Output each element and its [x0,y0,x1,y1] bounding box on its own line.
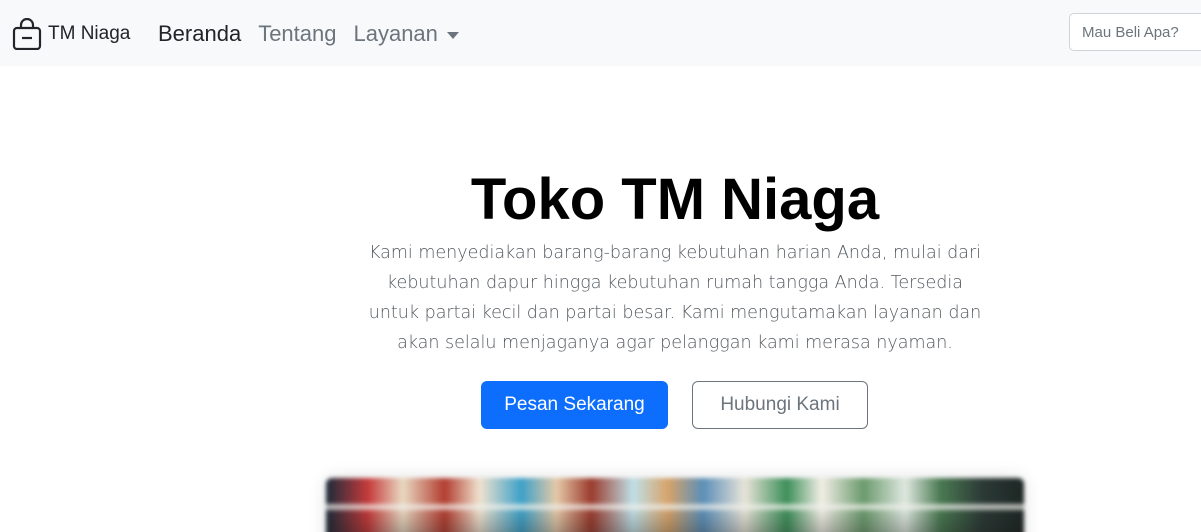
caret-down-icon[interactable] [446,31,459,39]
hero-title: Toko TM Niaga [470,167,880,232]
nav-item-layanan-dropdown[interactable]: Layanan [353,19,459,49]
nav-item-beranda[interactable]: Beranda [158,19,241,49]
image-shelf-decoration [326,504,1024,510]
search-input[interactable] [1069,13,1201,51]
hero-store-image [326,478,1024,532]
nav-item-layanan[interactable]: Layanan [353,19,437,49]
contact-us-button[interactable]: Hubungi Kami [692,381,868,429]
brand-link[interactable]: TM Niaga [12,18,130,50]
hero-lead-text: Kami menyediakan barang-barang kebutuhan… [368,243,982,353]
order-now-button[interactable]: Pesan Sekarang [481,381,668,429]
nav-item-tentang[interactable]: Tentang [258,19,336,49]
nav-links: Beranda Tentang Layanan [158,19,459,49]
shopping-bag-icon [12,18,42,50]
brand-name: TM Niaga [48,23,131,44]
navbar: TM Niaga Beranda Tentang Layanan [0,0,1201,66]
